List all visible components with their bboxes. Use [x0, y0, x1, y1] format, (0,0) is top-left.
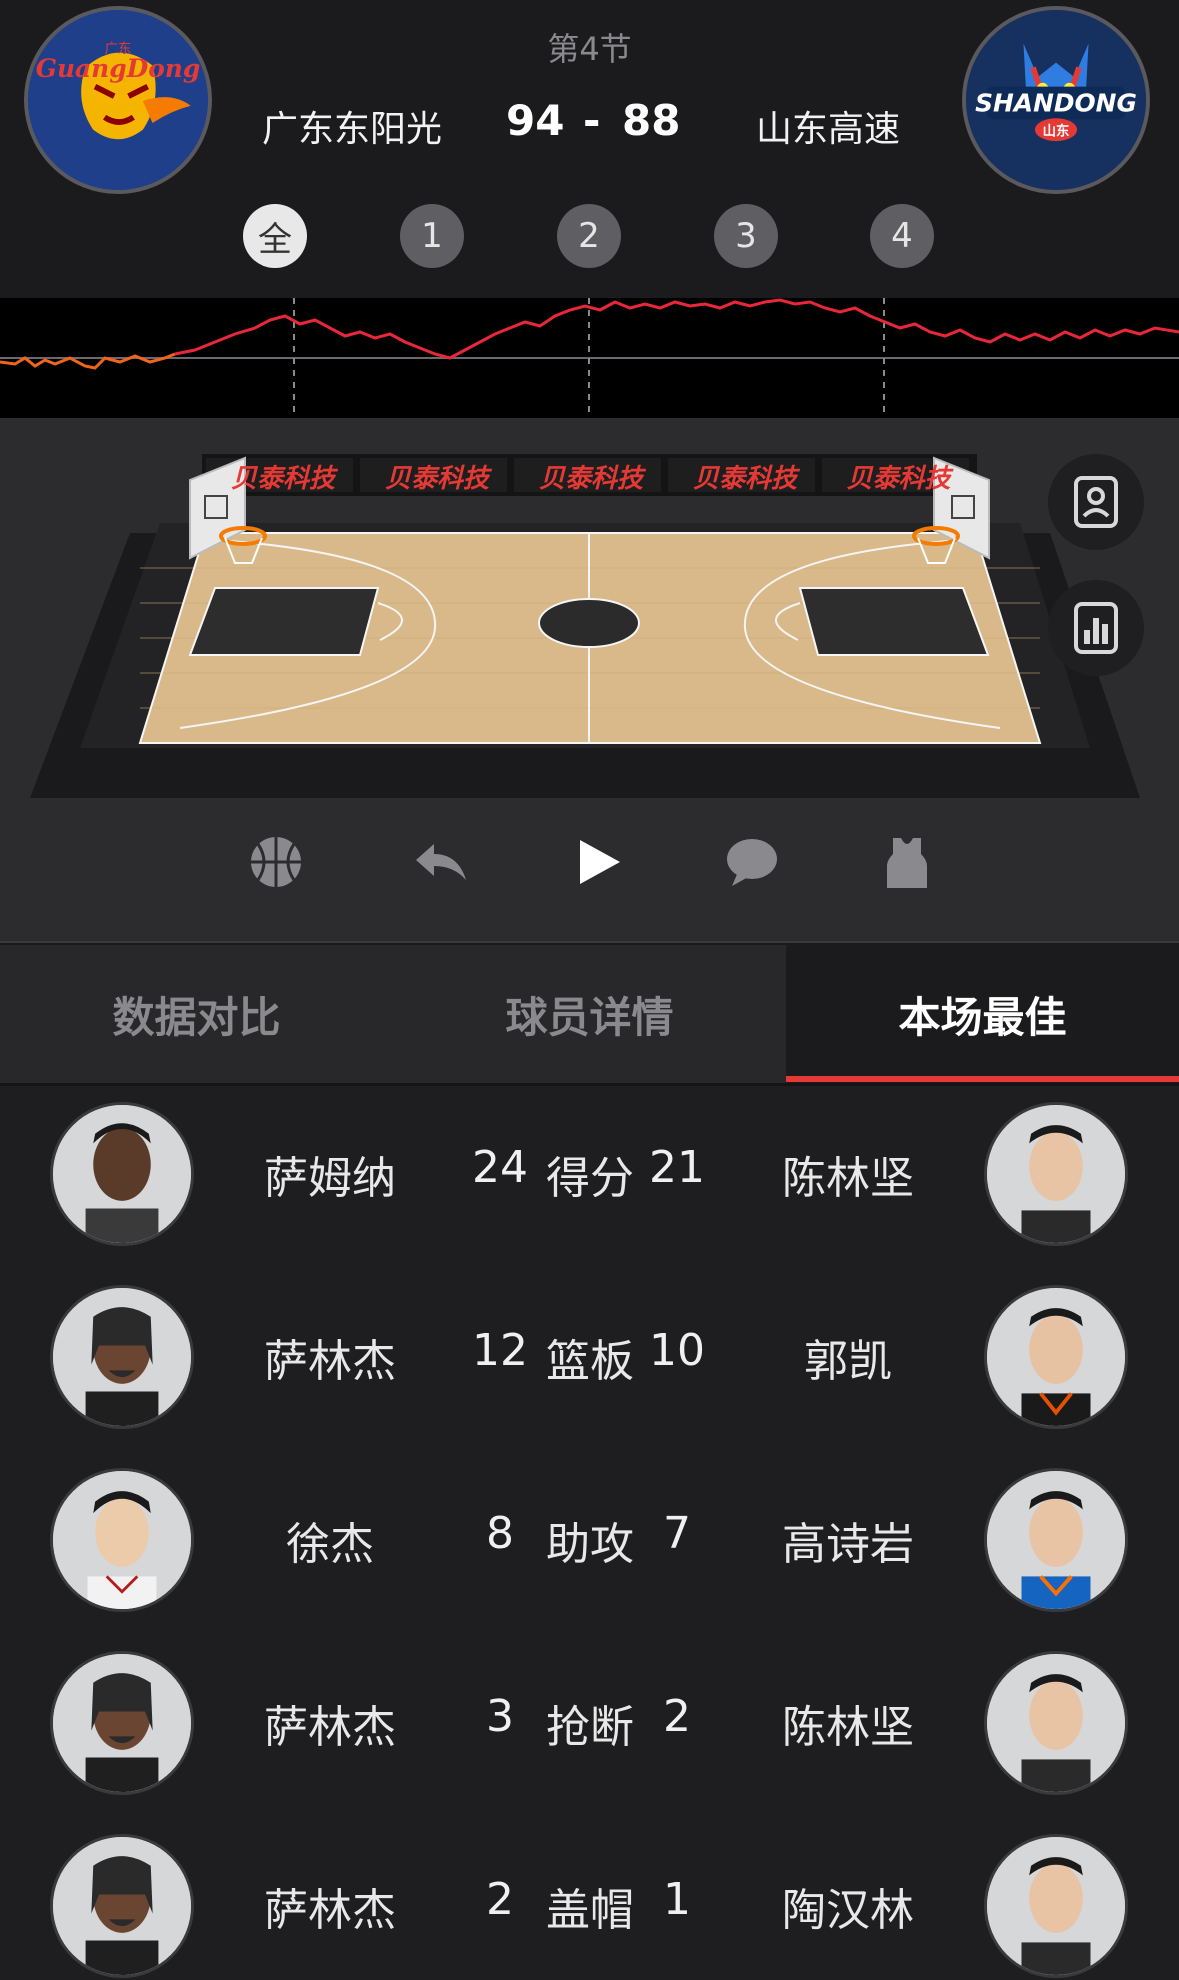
away-stat-value: 2: [663, 1691, 691, 1742]
away-player-name: 郭凯: [804, 1336, 892, 1387]
sponsor-label: 贝泰科技: [692, 464, 797, 494]
play-icon: [580, 840, 620, 884]
sponsor-label: 贝泰科技: [846, 464, 951, 494]
away-stat-value: 1: [663, 1874, 691, 1925]
away-player-name: 陈林坚: [782, 1702, 914, 1753]
best-row: 徐杰 8 助攻 7 高诗岩: [0, 1452, 1179, 1635]
home-player-avatar[interactable]: [50, 1102, 194, 1246]
game-best-list: 萨姆纳 24 得分 21 陈林坚 萨林杰 12 篮板 10 郭凯 徐杰 8 助攻…: [0, 1083, 1179, 1980]
best-row: 萨林杰 2 盖帽 1 陶汉林: [0, 1818, 1179, 1980]
home-player-avatar[interactable]: [50, 1651, 194, 1795]
away-score: 88: [622, 96, 681, 145]
away-player-avatar[interactable]: [984, 1285, 1128, 1429]
comment-button[interactable]: [722, 832, 782, 892]
sponsor-labels: 贝泰科技 贝泰科技 贝泰科技 贝泰科技 贝泰科技: [206, 458, 975, 495]
court-panel: 贝泰科技 贝泰科技 贝泰科技 贝泰科技 贝泰科技: [0, 418, 1179, 943]
score-trend-chart: [0, 298, 1179, 418]
away-player-name: 陶汉林: [782, 1885, 914, 1936]
away-player-avatar[interactable]: [984, 1468, 1128, 1612]
comment-icon: [727, 839, 777, 886]
home-player-name: 萨林杰: [264, 1702, 396, 1753]
svg-text:山东: 山东: [1043, 122, 1070, 139]
quarter-1-button[interactable]: 1: [400, 204, 464, 268]
away-team-logo[interactable]: SHANDONG 山东: [962, 6, 1150, 194]
away-player-name: 陈林坚: [782, 1153, 914, 1204]
home-player-avatar[interactable]: [50, 1285, 194, 1429]
tab-game-best[interactable]: 本场最佳: [786, 945, 1179, 1083]
active-tab-indicator: [786, 1076, 1179, 1082]
home-player-avatar[interactable]: [50, 1468, 194, 1612]
sponsor-label: 贝泰科技: [384, 464, 489, 494]
best-row: 萨林杰 12 篮板 10 郭凯: [0, 1269, 1179, 1452]
tab-bar: 数据对比 球员详情 本场最佳: [0, 945, 1179, 1083]
home-player-avatar[interactable]: [50, 1834, 194, 1978]
stats-button[interactable]: [1048, 580, 1144, 676]
away-player-avatar[interactable]: [984, 1102, 1128, 1246]
away-player-avatar[interactable]: [984, 1651, 1128, 1795]
away-player-name: 高诗岩: [782, 1519, 914, 1570]
best-row: 萨姆纳 24 得分 21 陈林坚: [0, 1086, 1179, 1269]
jersey-icon: [887, 838, 927, 888]
game-header: GuangDong 广东 第4节 广东东阳光 94 - 88 山东高速 SHAN…: [0, 0, 1179, 298]
away-stat-value: 10: [649, 1325, 705, 1376]
play-button[interactable]: [568, 832, 628, 892]
undo-button[interactable]: [410, 832, 470, 892]
sponsor-label: 贝泰科技: [538, 464, 643, 494]
jersey-button[interactable]: [877, 832, 937, 892]
quarter-all-button[interactable]: 全: [243, 204, 307, 268]
away-player-avatar[interactable]: [984, 1834, 1128, 1978]
trend-svg: [0, 298, 1179, 418]
undo-icon: [416, 844, 466, 880]
home-player-name: 萨姆纳: [264, 1153, 396, 1204]
basketball-button[interactable]: [246, 832, 306, 892]
home-player-name: 萨林杰: [264, 1885, 396, 1936]
home-player-name: 萨林杰: [264, 1336, 396, 1387]
score-separator: -: [583, 96, 601, 145]
home-team-name: 广东东阳光: [262, 109, 443, 150]
quarter-3-button[interactable]: 3: [714, 204, 778, 268]
best-row: 萨林杰 3 抢断 2 陈林坚: [0, 1635, 1179, 1818]
svg-text:SHANDONG: SHANDONG: [975, 88, 1137, 117]
trend-line-away: [0, 352, 176, 370]
tab-stats-compare[interactable]: 数据对比: [0, 945, 393, 1083]
basketball-icon: [251, 837, 301, 887]
quarter-4-button[interactable]: 4: [870, 204, 934, 268]
sponsor-label: 贝泰科技: [230, 464, 335, 494]
player-card-icon: [1074, 476, 1118, 528]
trend-line-home: [174, 298, 1179, 360]
home-player-name: 徐杰: [286, 1519, 374, 1570]
player-card-button[interactable]: [1048, 454, 1144, 550]
home-score: 94: [506, 96, 565, 145]
quarter-2-button[interactable]: 2: [557, 204, 621, 268]
away-team-name: 山东高速: [756, 109, 901, 150]
away-stat-value: 21: [649, 1142, 705, 1193]
away-stat-value: 7: [663, 1508, 691, 1559]
stats-chart-icon: [1074, 602, 1118, 654]
tab-player-details[interactable]: 球员详情: [393, 945, 786, 1083]
